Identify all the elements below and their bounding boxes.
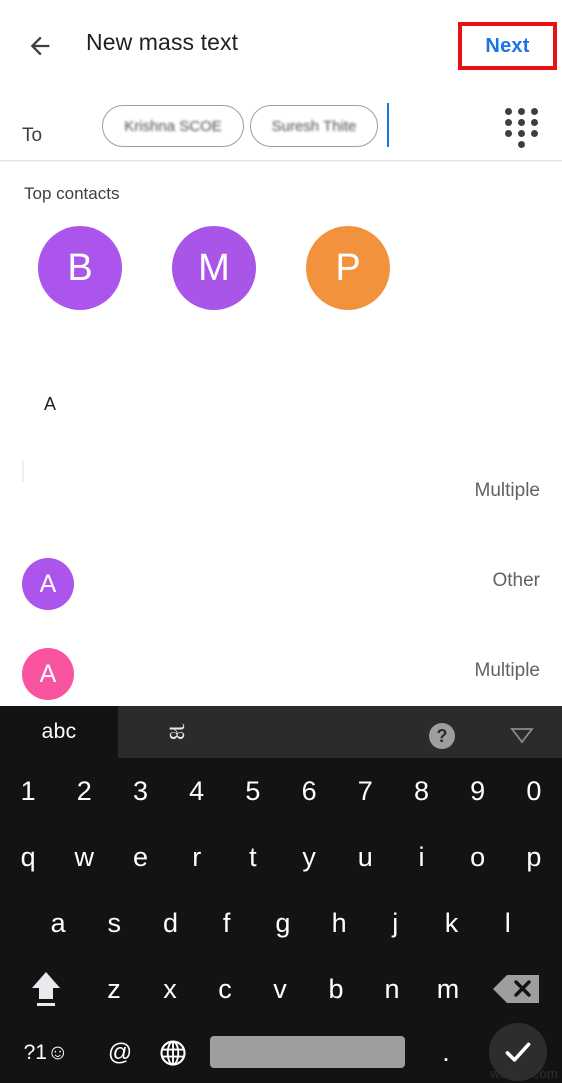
key-i[interactable]: i	[393, 824, 449, 890]
contact-list-item[interactable]: Multiple	[0, 460, 562, 546]
key-3[interactable]: 3	[112, 758, 168, 824]
back-button[interactable]	[20, 26, 60, 66]
text-cursor	[387, 103, 389, 147]
app-bar: New mass text Next	[0, 0, 562, 92]
phone-screen: New mass text Next To Krishna SCOE Sures…	[0, 0, 562, 1083]
key-r[interactable]: r	[169, 824, 225, 890]
next-button[interactable]: Next	[458, 22, 557, 70]
keyboard-row-numbers: 1 2 3 4 5 6 7 8 9 0	[0, 758, 562, 824]
keyboard-row-bottom-letters: z x c v b n m	[0, 956, 562, 1022]
top-contact-avatar[interactable]: B	[38, 226, 122, 310]
tab-script[interactable]: ಹ	[118, 706, 236, 758]
contact-list-item[interactable]: A Multiple	[0, 640, 562, 706]
key-6[interactable]: 6	[281, 758, 337, 824]
symbols-key[interactable]: ?1☺	[4, 1022, 88, 1083]
recipient-chip-label: Suresh Thite	[271, 117, 357, 135]
key-c[interactable]: c	[199, 956, 251, 1022]
tab-abc-label: abc	[41, 720, 77, 743]
contact-avatar: A	[22, 648, 74, 700]
shift-caps-icon[interactable]	[10, 956, 82, 1022]
contact-meta: Multiple	[474, 480, 540, 501]
language-globe-icon[interactable]	[142, 1022, 204, 1083]
tab-abc[interactable]: abc	[0, 706, 118, 758]
contacts-panel: Top contacts B M P A Multiple A Other A …	[0, 162, 562, 706]
recipient-chip[interactable]: Suresh Thite	[250, 105, 378, 147]
space-key[interactable]	[210, 1036, 405, 1068]
on-screen-keyboard: abc ಹ ? 1 2 3 4 5 6 7 8 9 0 q w e r t y …	[0, 706, 562, 1083]
recipient-chip-label: Krishna SCOE	[124, 117, 222, 135]
next-button-label: Next	[485, 34, 530, 57]
contact-avatar	[22, 468, 74, 520]
top-contacts-strip: B M P	[0, 222, 562, 322]
backspace-icon[interactable]	[478, 956, 554, 1022]
key-k[interactable]: k	[423, 890, 479, 956]
key-1[interactable]: 1	[0, 758, 56, 824]
key-d[interactable]: d	[142, 890, 198, 956]
avatar-initial: A	[39, 659, 57, 688]
key-w[interactable]: w	[56, 824, 112, 890]
key-g[interactable]: g	[255, 890, 311, 956]
dialpad-icon[interactable]	[505, 108, 541, 148]
avatar-initial: A	[39, 569, 57, 598]
avatar-initial: P	[335, 246, 361, 289]
key-4[interactable]: 4	[169, 758, 225, 824]
key-q[interactable]: q	[0, 824, 56, 890]
period-key[interactable]: .	[418, 1022, 474, 1083]
keyboard-toolbar: abc ಹ ?	[0, 706, 562, 758]
keyboard-row-home: a s d f g h j k l	[0, 890, 562, 956]
key-p[interactable]: p	[506, 824, 562, 890]
key-l[interactable]: l	[480, 890, 536, 956]
key-7[interactable]: 7	[337, 758, 393, 824]
recipient-chip[interactable]: Krishna SCOE	[102, 105, 244, 147]
key-b[interactable]: b	[310, 956, 362, 1022]
help-icon-label: ?	[436, 725, 448, 746]
keyboard-row-function: ?1☺ @ .	[0, 1022, 562, 1083]
key-s[interactable]: s	[86, 890, 142, 956]
key-n[interactable]: n	[366, 956, 418, 1022]
avatar-initial: B	[67, 246, 93, 289]
watermark: wsxdn.com	[490, 1066, 558, 1081]
recipients-row: To Krishna SCOE Suresh Thite	[0, 92, 562, 160]
key-f[interactable]: f	[199, 890, 255, 956]
top-contact-avatar[interactable]: M	[172, 226, 256, 310]
key-m[interactable]: m	[422, 956, 474, 1022]
alpha-section-header: A	[44, 394, 57, 414]
arrow-back-icon	[26, 32, 54, 60]
key-e[interactable]: e	[112, 824, 168, 890]
to-label: To	[22, 125, 43, 146]
contact-meta: Other	[492, 570, 540, 591]
key-z[interactable]: z	[88, 956, 140, 1022]
key-o[interactable]: o	[450, 824, 506, 890]
key-5[interactable]: 5	[225, 758, 281, 824]
key-a[interactable]: a	[30, 890, 86, 956]
key-9[interactable]: 9	[450, 758, 506, 824]
top-contact-avatar[interactable]: P	[306, 226, 390, 310]
contact-avatar: A	[22, 558, 74, 610]
top-contacts-title: Top contacts	[24, 184, 120, 203]
key-v[interactable]: v	[254, 956, 306, 1022]
avatar-initial: M	[198, 246, 230, 289]
avatar-placeholder	[22, 460, 24, 482]
key-8[interactable]: 8	[393, 758, 449, 824]
key-t[interactable]: t	[225, 824, 281, 890]
key-y[interactable]: y	[281, 824, 337, 890]
tab-script-label: ಹ	[168, 718, 186, 745]
page-title: New mass text	[86, 29, 239, 55]
contact-list-item[interactable]: A Other	[0, 550, 562, 636]
key-j[interactable]: j	[367, 890, 423, 956]
help-icon[interactable]: ?	[429, 723, 455, 749]
keyboard-row-top: q w e r t y u i o p	[0, 824, 562, 890]
key-h[interactable]: h	[311, 890, 367, 956]
key-0[interactable]: 0	[506, 758, 562, 824]
collapse-keyboard-icon[interactable]	[508, 724, 536, 746]
key-u[interactable]: u	[337, 824, 393, 890]
key-2[interactable]: 2	[56, 758, 112, 824]
key-x[interactable]: x	[144, 956, 196, 1022]
contact-meta: Multiple	[474, 660, 540, 681]
